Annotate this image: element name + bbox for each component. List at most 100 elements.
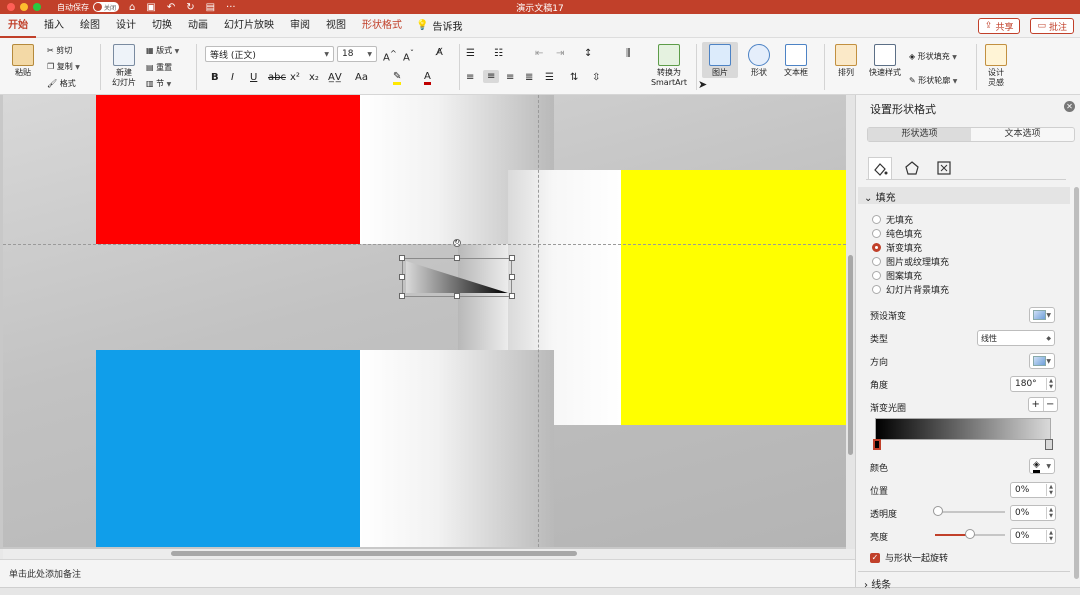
horizontal-guide[interactable] xyxy=(3,244,846,245)
radio-gradient-fill[interactable]: 渐变填充 xyxy=(872,241,922,254)
color-dropdown[interactable]: ◈ ▼ xyxy=(1029,458,1055,474)
brightness-stepper[interactable]: 0% ▲ ▼ xyxy=(1010,528,1056,544)
line-spacing-icon[interactable]: ↕ xyxy=(584,48,592,59)
highlight-icon[interactable]: ✎ xyxy=(393,71,402,85)
tab-text-options[interactable]: 文本选项 xyxy=(971,128,1074,141)
home-icon[interactable]: ⌂ xyxy=(129,2,135,13)
gradient-stop-selected[interactable] xyxy=(873,439,881,450)
slide[interactable]: ↻ xyxy=(3,95,846,547)
close-window-button[interactable] xyxy=(7,3,15,11)
autosave-toggle[interactable]: 关闭 xyxy=(93,2,119,12)
align-left-icon[interactable]: ≡ xyxy=(466,72,474,83)
more-icon[interactable]: ··· xyxy=(226,2,236,13)
new-slide-button[interactable]: 新建 幻灯片 xyxy=(106,44,142,88)
copy-button[interactable]: ❐ 复制 ▼ xyxy=(47,61,80,72)
radio-slide-background-fill[interactable]: 幻灯片背景填充 xyxy=(872,283,949,296)
share-button[interactable]: ⇪ 共享 xyxy=(977,18,1021,34)
gradient-block-bottom[interactable] xyxy=(360,350,554,547)
tab-slideshow[interactable]: 幻灯片放映 xyxy=(216,14,282,38)
add-stop-button[interactable]: + xyxy=(1029,398,1044,411)
direction-dropdown[interactable]: ▼ xyxy=(1029,353,1055,369)
radio-button[interactable] xyxy=(872,271,881,280)
undo-icon[interactable]: ↶ xyxy=(167,2,175,13)
tab-shape-format[interactable]: 形状格式 xyxy=(354,14,410,38)
tab-view[interactable]: 视图 xyxy=(318,14,354,38)
tell-me[interactable]: 💡 告诉我 xyxy=(410,18,462,33)
tab-animations[interactable]: 动画 xyxy=(180,14,216,38)
effects-icon[interactable] xyxy=(900,157,924,179)
character-spacing-button[interactable]: A̲V̲ xyxy=(328,72,342,83)
checkbox-checked[interactable]: ✓ xyxy=(870,552,880,563)
panel-scrollbar[interactable] xyxy=(1074,187,1079,579)
radio-pattern-fill[interactable]: 图案填充 xyxy=(872,269,922,282)
radio-button[interactable] xyxy=(872,257,881,266)
yellow-block[interactable] xyxy=(621,170,846,425)
tab-home[interactable]: 开始 xyxy=(0,14,36,38)
minimize-window-button[interactable] xyxy=(20,3,28,11)
notes-pane[interactable]: 单击此处添加备注 xyxy=(0,559,855,587)
comments-button[interactable]: ▭ 批注 xyxy=(1030,18,1074,34)
brightness-slider-knob[interactable] xyxy=(965,529,975,539)
horizontal-scrollbar[interactable] xyxy=(3,549,855,559)
superscript-button[interactable]: x² xyxy=(290,72,300,83)
resize-handle[interactable] xyxy=(454,255,460,261)
blue-block[interactable] xyxy=(96,350,360,547)
increase-font-icon[interactable]: A^ xyxy=(383,48,397,63)
shape-button[interactable]: 形状 xyxy=(742,44,776,78)
layout-button[interactable]: ▦ 版式 ▼ xyxy=(146,45,179,56)
gradient-bar[interactable] xyxy=(875,418,1051,440)
align-text-icon[interactable]: ⇳ xyxy=(592,72,600,83)
gradient-stop[interactable] xyxy=(1045,439,1053,450)
font-size-select[interactable]: 18 ▼ xyxy=(337,46,377,62)
bold-button[interactable]: B xyxy=(211,72,219,83)
rotate-with-shape-checkbox[interactable]: ✓ 与形状一起旋转 xyxy=(870,551,948,564)
section-button[interactable]: ▥ 节 ▼ xyxy=(146,78,171,89)
numbering-icon[interactable]: ☷ xyxy=(494,48,503,59)
transparency-stepper[interactable]: 0% ▲ ▼ xyxy=(1010,505,1056,521)
position-stepper[interactable]: 0% ▲ ▼ xyxy=(1010,482,1056,498)
tab-shape-options[interactable]: 形状选项 xyxy=(868,128,971,141)
align-right-icon[interactable]: ≡ xyxy=(506,72,514,83)
justify-icon[interactable]: ≣ xyxy=(525,72,533,83)
text-direction-icon[interactable]: ⇅ xyxy=(570,72,578,83)
tab-transitions[interactable]: 切换 xyxy=(144,14,180,38)
strikethrough-button[interactable]: abc xyxy=(268,72,286,83)
radio-button[interactable] xyxy=(872,229,881,238)
bullets-icon[interactable]: ☰ xyxy=(466,48,475,59)
line-section-header[interactable]: › 线条 xyxy=(864,576,891,591)
clear-format-icon[interactable]: A̸ xyxy=(436,47,443,58)
cut-button[interactable]: ✂ 剪切 xyxy=(47,45,72,56)
template-icon[interactable]: ▤ xyxy=(206,2,215,13)
stepper-arrows-icon[interactable]: ▲ ▼ xyxy=(1046,507,1055,519)
subscript-button[interactable]: x₂ xyxy=(309,72,319,83)
resize-handle[interactable] xyxy=(399,274,405,280)
remove-stop-button[interactable]: − xyxy=(1044,398,1058,411)
align-center-icon[interactable]: ≡ xyxy=(483,70,500,83)
textbox-button[interactable]: 文本框 xyxy=(780,44,812,78)
design-ideas-button[interactable]: 设计 灵感 xyxy=(984,44,1008,88)
stepper-arrows-icon[interactable]: ▲ ▼ xyxy=(1046,484,1055,496)
transparency-slider-knob[interactable] xyxy=(933,506,943,516)
arrange-button[interactable]: 排列 xyxy=(832,44,860,78)
radio-button[interactable] xyxy=(872,215,881,224)
shape-fill-button[interactable]: ◈ 形状填充 ▼ xyxy=(909,51,957,62)
save-icon[interactable]: ▣ xyxy=(146,2,155,13)
convert-smartart-button[interactable]: 转换为 SmartArt xyxy=(650,44,688,88)
radio-solid-fill[interactable]: 纯色填充 xyxy=(872,227,922,240)
radio-no-fill[interactable]: 无填充 xyxy=(872,213,913,226)
font-color-icon[interactable]: A xyxy=(424,71,431,85)
tab-insert[interactable]: 插入 xyxy=(36,14,72,38)
quick-styles-button[interactable]: 快速样式 xyxy=(866,44,904,78)
resize-handle[interactable] xyxy=(399,255,405,261)
stepper-arrows-icon[interactable]: ▲ ▼ xyxy=(1046,530,1055,542)
redo-icon[interactable]: ↻ xyxy=(186,2,194,13)
underline-button[interactable]: U xyxy=(250,72,257,83)
resize-handle[interactable] xyxy=(399,293,405,299)
transparency-slider[interactable] xyxy=(935,511,1005,513)
vertical-scrollbar[interactable] xyxy=(846,95,855,549)
slide-canvas[interactable]: ↻ xyxy=(0,95,855,549)
resize-handle[interactable] xyxy=(509,293,515,299)
change-case-button[interactable]: Aa xyxy=(355,72,368,83)
distribute-icon[interactable]: ☰ xyxy=(545,72,554,83)
reset-button[interactable]: ▤ 重置 xyxy=(146,62,172,73)
